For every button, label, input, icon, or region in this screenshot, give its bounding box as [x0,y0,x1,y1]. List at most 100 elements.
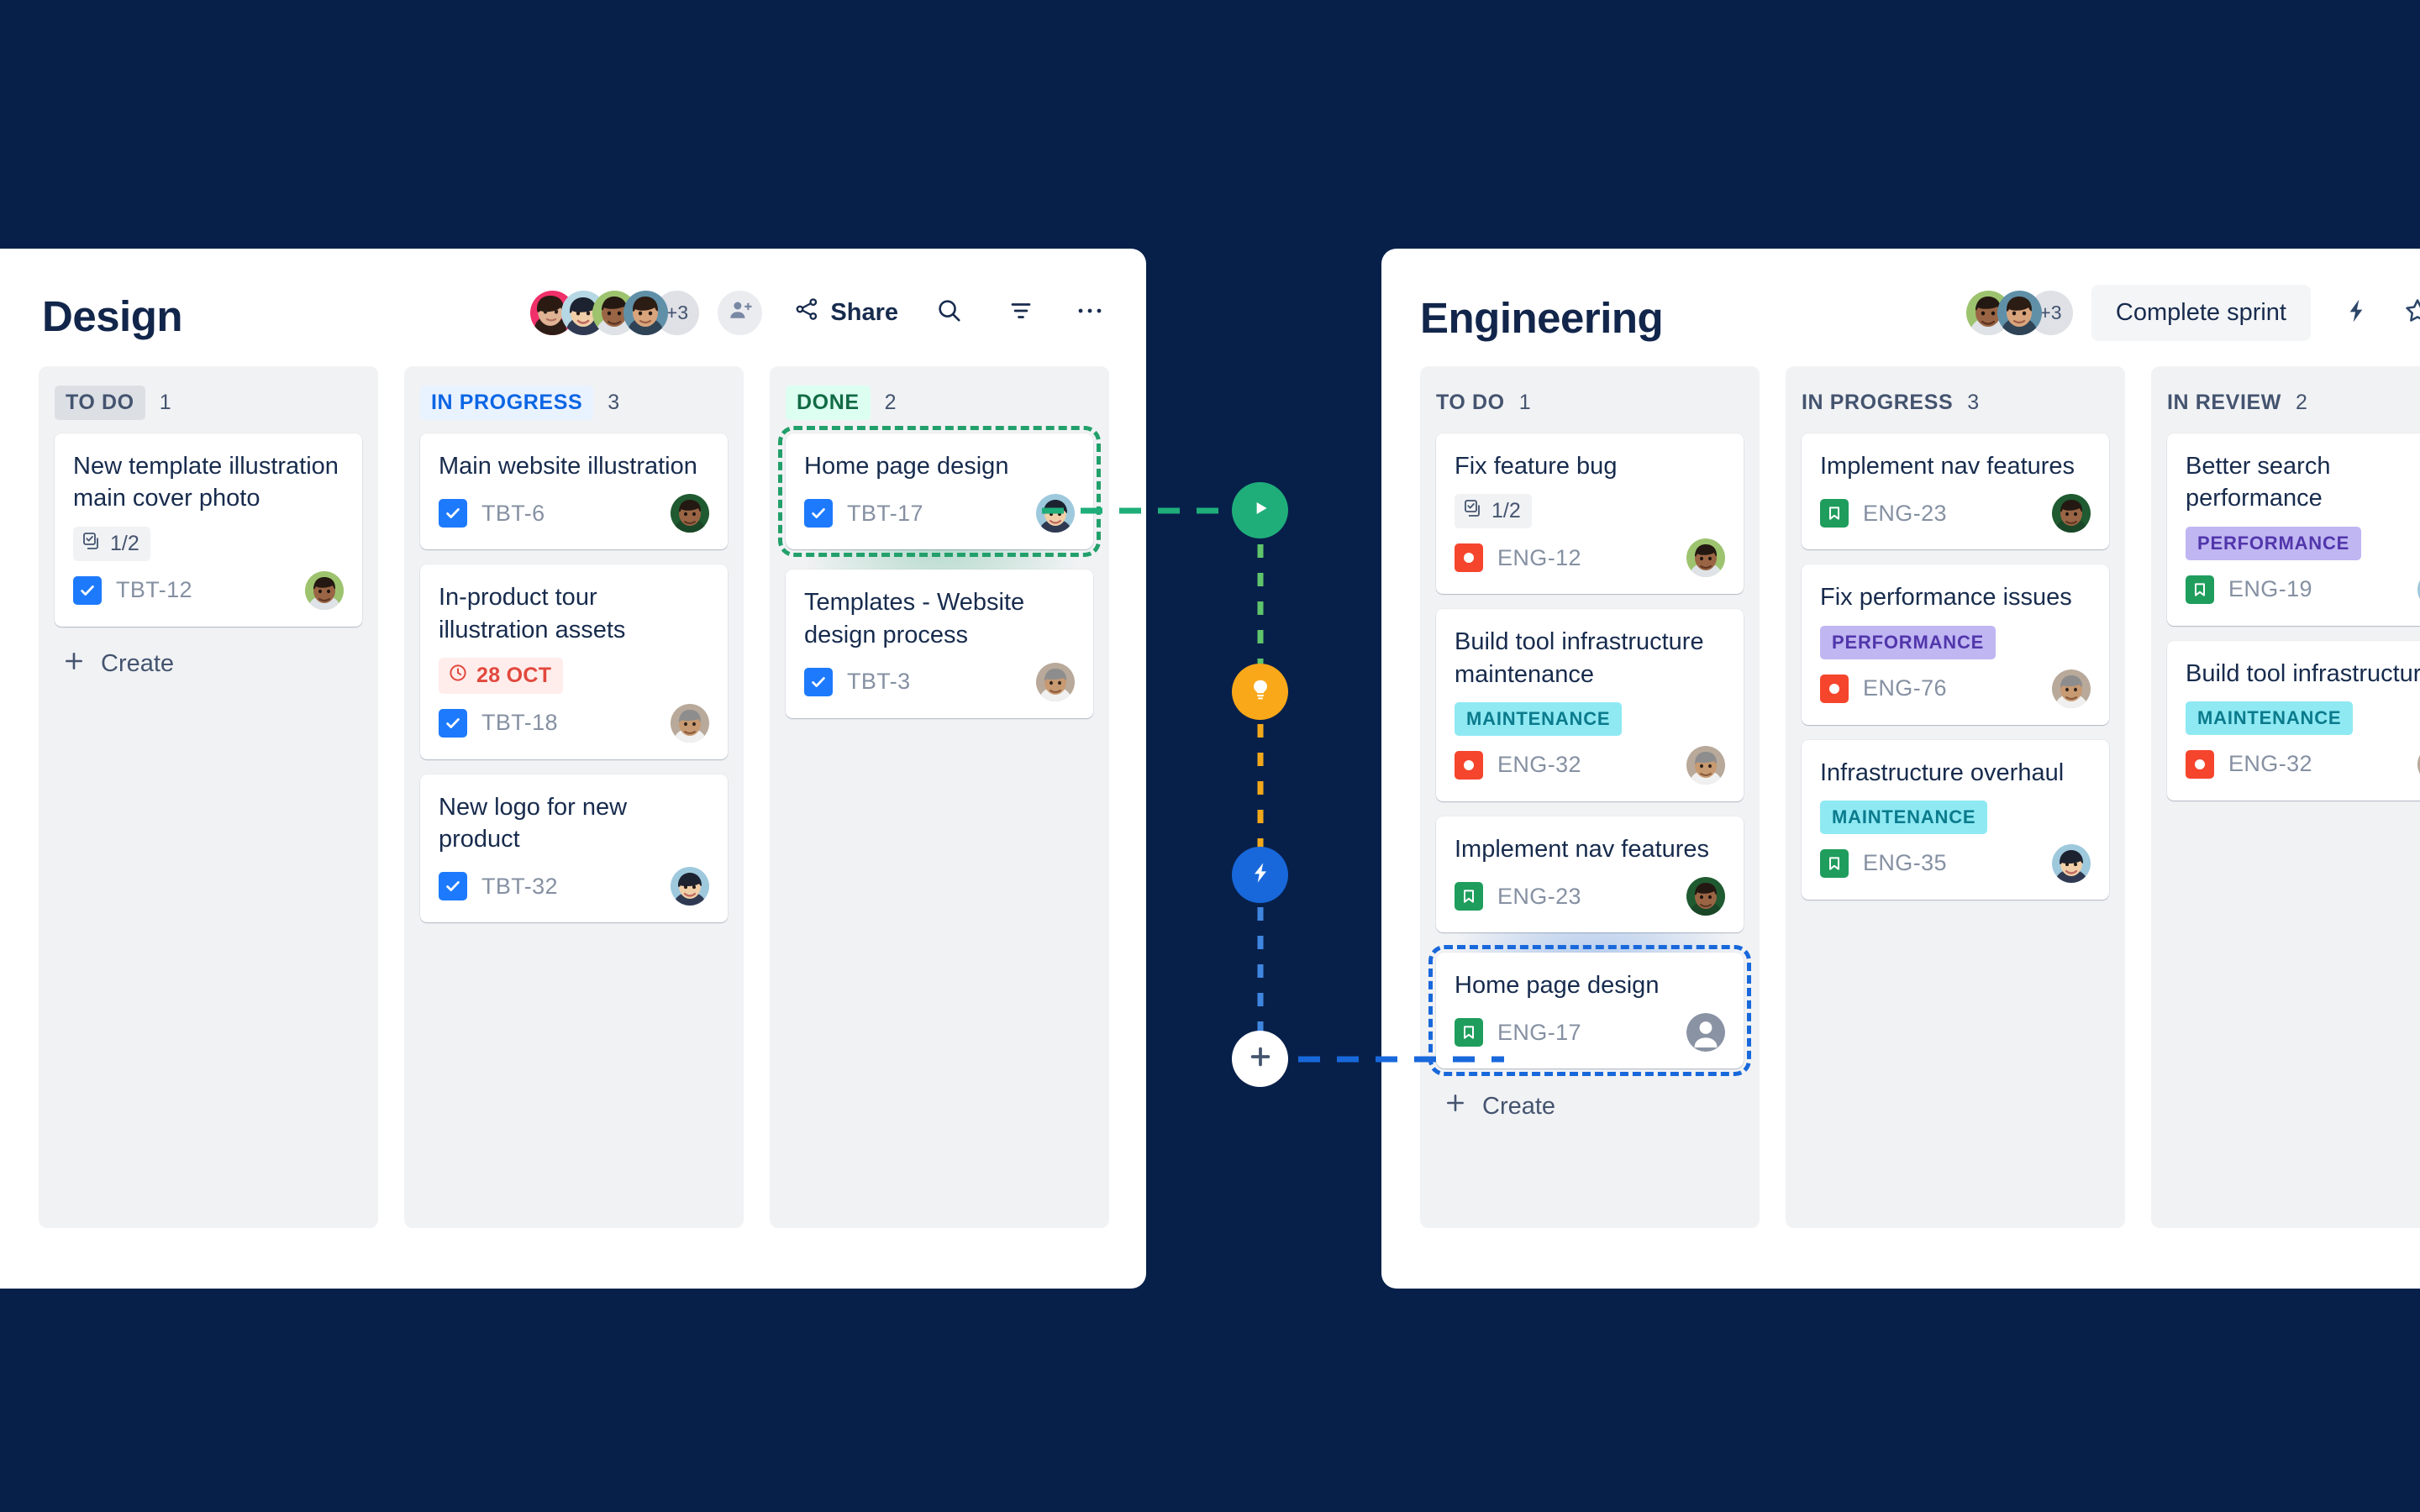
card-highlighted-source[interactable]: Home page design TBT-17 [778,425,1101,558]
add-person-icon [728,298,753,328]
issue-type-task-icon [73,575,102,605]
card-key: TBT-18 [481,710,558,736]
issue-type-task-icon [439,872,467,901]
card-key: TBT-3 [847,669,911,695]
subtask-icon [82,531,102,557]
card-assignee-avatar[interactable] [671,703,709,743]
card-title: Build tool infrastructure maintenance [2186,659,2420,687]
card-footer: ENG-32 [2186,744,2420,784]
card-assignee-avatar[interactable] [1036,494,1075,533]
label-chip: MAINTENANCE [2186,701,2354,735]
card[interactable]: Fix performance issues PERFORMANCE ENG-7… [1802,564,2109,725]
card[interactable]: Templates - Website design process TBT-3 [786,570,1093,718]
add-person-button[interactable] [718,290,763,335]
card-footer: TBT-6 [439,494,709,533]
card-assignee-avatar[interactable] [1686,745,1725,785]
avatar[interactable] [623,290,669,335]
automation-node-add[interactable] [1232,1031,1288,1087]
column-in-review: IN REVIEW 2 Better search performance PE… [2151,366,2420,1228]
card[interactable]: Build tool infrastructure maintenance MA… [2167,640,2420,801]
issue-type-bug-icon [1455,750,1483,780]
create-card-button[interactable]: Create [55,642,362,687]
card-assignee-avatar[interactable] [671,494,709,533]
issue-type-task-icon [804,667,833,696]
card[interactable]: Infrastructure overhaul MAINTENANCE ENG-… [1802,739,2109,900]
create-card-button[interactable]: Create [1436,1084,1744,1129]
card-key: TBT-32 [481,873,558,899]
column-title: IN REVIEW [2167,391,2281,414]
card-footer: ENG-23 [1455,877,1725,916]
due-date-chip: 28 OCT [439,657,564,694]
column-in-progress: IN PROGRESS 3 Main website illustration … [404,366,744,1228]
card-assignee-avatar[interactable] [305,570,344,610]
card-title: Infrastructure overhaul [1820,759,2065,786]
engineering-board-header: Engineering +3 Complete sprint [1381,249,2420,366]
due-date-label: 28 OCT [476,663,552,687]
card-key: ENG-35 [1863,850,1947,876]
issue-type-story-icon [1820,848,1849,878]
card-footer: ENG-19 [2186,570,2420,609]
filter-button[interactable] [1008,298,1034,328]
card[interactable]: Build tool infrastructure maintenance MA… [1436,609,1744,801]
card-title: New template illustration main cover pho… [73,453,339,512]
card-assignee-avatar[interactable] [1686,877,1725,916]
card-title: In-product tour illustration assets [439,584,626,643]
search-button[interactable] [935,297,963,328]
card-assignee-avatar[interactable] [1686,538,1725,578]
card-assignee-avatar[interactable] [2052,843,2091,883]
card-chips: MAINTENANCE [1455,701,1725,736]
card-assignee-avatar[interactable] [2052,494,2091,533]
issue-type-story-icon [2186,575,2214,604]
card-title: New logo for new product [439,793,628,853]
card-chips: PERFORMANCE [2186,526,2420,560]
subtask-count: 1/2 [1491,499,1521,523]
design-header-actions: +3 Share [530,290,1102,335]
plus-icon [1248,1044,1273,1074]
favorite-star-button[interactable] [2403,297,2420,329]
design-board-header: Design +3 Share [0,249,1146,366]
more-options-button[interactable] [1077,305,1102,320]
star-icon [2403,297,2420,329]
card[interactable]: In-product tour illustration assets 28 O… [420,564,728,759]
complete-sprint-button[interactable]: Complete sprint [2091,284,2311,341]
card[interactable]: Fix feature bug 1/2 ENG-12 [1436,433,1744,595]
card-unassigned-avatar[interactable] [1686,1013,1725,1053]
create-label: Create [1482,1092,1556,1120]
more-options-icon [1077,305,1102,320]
column-title: DONE [786,386,871,420]
share-button[interactable]: Share [794,297,898,328]
card[interactable]: New template illustration main cover pho… [55,433,362,627]
subtask-icon [1463,498,1483,524]
card-title: Build tool infrastructure maintenance [1455,628,1704,688]
card-key: TBT-17 [847,500,923,526]
card[interactable]: Implement nav features ENG-23 [1436,816,1744,933]
automation-node-action[interactable] [1232,847,1288,903]
card-key: ENG-76 [1863,675,1947,701]
card-footer: TBT-12 [73,570,344,610]
card-assignee-avatar[interactable] [2052,669,2091,708]
card[interactable]: Better search performance PERFORMANCE EN… [2167,433,2420,626]
subtask-progress-chip: 1/2 [73,526,150,561]
card-assignee-avatar[interactable] [1036,662,1075,701]
issue-type-story-icon [1820,499,1849,528]
avatar[interactable] [1996,290,2042,335]
issue-type-task-icon [804,499,833,528]
automation-node-trigger[interactable] [1232,482,1288,538]
card-highlighted-target[interactable]: Home page design ENG-17 [1428,945,1751,1077]
label-chip: MAINTENANCE [1820,800,1988,834]
card-chips: 1/2 [1455,494,1725,529]
issue-type-story-icon [1455,882,1483,911]
card[interactable]: Implement nav features ENG-23 [1802,433,2109,550]
avatar-stack: +3 [530,290,700,335]
card[interactable]: New logo for new product TBT-32 [420,774,728,923]
automation-node-idea[interactable] [1232,664,1288,720]
card-footer: ENG-17 [1455,1013,1725,1053]
automation-bolt-button[interactable] [2343,297,2370,328]
column-count: 1 [159,391,171,414]
card[interactable]: Main website illustration TBT-6 [420,433,728,550]
card-title: Main website illustration [439,453,697,480]
card-title: Implement nav features [1455,835,1710,863]
plus-icon [1444,1092,1466,1121]
card-footer: TBT-3 [804,662,1075,701]
card-assignee-avatar[interactable] [671,867,709,906]
